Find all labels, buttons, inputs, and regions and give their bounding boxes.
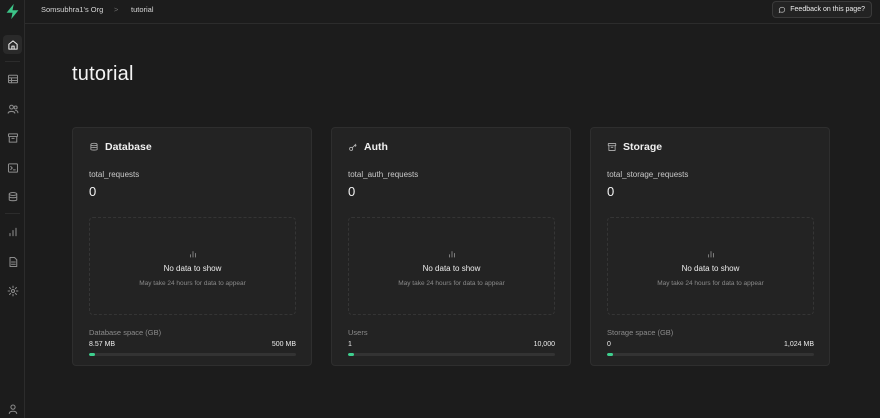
sidebar-item-authentication[interactable] — [3, 99, 22, 118]
usage-progress-fill — [89, 353, 96, 356]
database-icon — [8, 191, 17, 201]
feedback-label: Feedback on this page? — [790, 6, 865, 13]
usage-progress-bar — [89, 353, 296, 356]
usage-current: 0 — [607, 341, 611, 348]
usage-limit: 1,024 MB — [784, 341, 814, 348]
storage-archive-icon — [7, 132, 18, 143]
metric-label: total_storage_requests — [607, 170, 689, 179]
empty-title: No data to show — [163, 264, 222, 273]
card-header: Storage — [607, 141, 662, 153]
app-window: Somsubhra1's Org > tutorial Feedback on … — [0, 0, 880, 418]
terminal-icon — [7, 162, 18, 173]
usage-current: 1 — [348, 341, 352, 348]
bar-chart-icon — [708, 251, 714, 258]
sidebar-item-table-editor[interactable] — [3, 69, 22, 88]
usage-progress-fill — [348, 353, 355, 356]
empty-subtitle: May take 24 hours for data to appear — [398, 280, 505, 287]
usage-progress-fill — [607, 353, 614, 356]
page-title: tutorial — [72, 63, 134, 85]
auth-card: Auth total_auth_requests 0 No data to sh… — [331, 127, 571, 366]
usage-label: Users — [348, 328, 368, 337]
sidebar-divider — [5, 213, 20, 214]
empty-title: No data to show — [681, 264, 740, 273]
card-header: Auth — [348, 141, 388, 153]
metric-value: 0 — [607, 184, 615, 199]
usage-values: 0 1,024 MB — [607, 341, 814, 351]
sidebar-divider — [5, 61, 20, 62]
settings-icon — [7, 285, 18, 296]
sidebar-item-account[interactable] — [3, 399, 22, 418]
users-icon — [7, 104, 18, 114]
sidebar-item-sql-editor[interactable] — [3, 158, 22, 177]
empty-subtitle: May take 24 hours for data to appear — [657, 280, 764, 287]
bar-chart-icon — [190, 251, 196, 258]
top-bar: Somsubhra1's Org > tutorial Feedback on … — [25, 0, 880, 24]
docs-icon — [8, 256, 17, 267]
database-icon — [90, 142, 98, 151]
sidebar-item-storage[interactable] — [3, 128, 22, 147]
usage-progress-bar — [348, 353, 555, 356]
sidebar-item-reports[interactable] — [3, 222, 22, 241]
usage-limit: 10,000 — [533, 341, 555, 348]
storage-card: Storage total_storage_requests 0 No data… — [590, 127, 830, 366]
key-icon — [349, 143, 357, 151]
chat-bubble-icon — [778, 6, 786, 13]
reports-icon — [8, 227, 17, 236]
usage-label: Storage space (GB) — [607, 328, 674, 337]
database-card: Database total_requests 0 No data to sho… — [72, 127, 312, 366]
usage-values: 1 10,000 — [348, 341, 555, 351]
breadcrumb-org[interactable]: Somsubhra1's Org — [41, 5, 103, 14]
sidebar-item-database[interactable] — [3, 187, 22, 206]
empty-chart-placeholder: No data to show May take 24 hours for da… — [607, 217, 814, 315]
usage-label: Database space (GB) — [89, 328, 162, 337]
card-title: Database — [105, 141, 152, 153]
usage-progress-bar — [607, 353, 814, 356]
sidebar-item-home[interactable] — [3, 35, 22, 54]
metric-label: total_auth_requests — [348, 170, 419, 179]
sidebar-item-settings[interactable] — [3, 281, 22, 300]
card-title: Auth — [364, 141, 388, 153]
empty-chart-placeholder: No data to show May take 24 hours for da… — [348, 217, 555, 315]
usage-limit: 500 MB — [271, 341, 296, 348]
metric-value: 0 — [89, 184, 97, 199]
breadcrumb-project[interactable]: tutorial — [131, 5, 154, 14]
metric-label: total_requests — [89, 170, 140, 179]
supabase-logo-icon[interactable] — [4, 3, 21, 20]
sidebar-item-api-docs[interactable] — [3, 252, 22, 271]
sidebar — [0, 0, 25, 418]
empty-subtitle: May take 24 hours for data to appear — [139, 280, 246, 287]
card-header: Database — [89, 141, 152, 153]
home-icon — [7, 39, 18, 50]
breadcrumb-separator: > — [114, 5, 119, 14]
usage-values: 8.57 MB 500 MB — [89, 341, 296, 351]
empty-chart-placeholder: No data to show May take 24 hours for da… — [89, 217, 296, 315]
empty-title: No data to show — [422, 264, 481, 273]
archive-icon — [607, 143, 617, 151]
table-editor-icon — [7, 74, 18, 83]
user-profile-icon — [8, 404, 17, 414]
usage-current: 8.57 MB — [89, 341, 116, 348]
bar-chart-icon — [449, 251, 455, 258]
card-title: Storage — [623, 141, 663, 153]
metric-value: 0 — [348, 184, 356, 199]
feedback-button[interactable]: Feedback on this page? — [772, 1, 872, 18]
